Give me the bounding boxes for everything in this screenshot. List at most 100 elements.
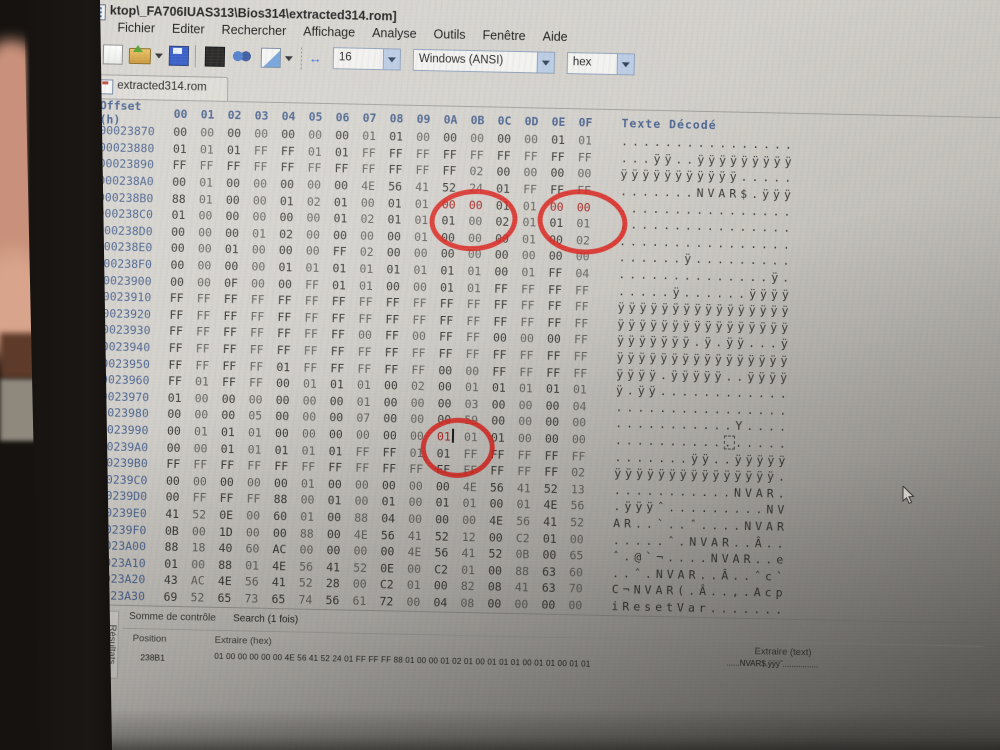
byte-cell[interactable]: 00	[468, 214, 495, 229]
byte-cell[interactable]: 00	[441, 230, 468, 245]
new-file-icon[interactable]	[102, 44, 124, 65]
byte-cell[interactable]: 00	[488, 563, 515, 578]
byte-cell[interactable]: 41	[408, 528, 435, 543]
byte-cell[interactable]: 00	[438, 363, 465, 378]
byte-cell[interactable]: 00	[545, 432, 572, 447]
byte-cell[interactable]: 56	[245, 575, 272, 590]
byte-cell[interactable]: 56	[490, 480, 517, 495]
byte-cell[interactable]: FF	[356, 444, 383, 459]
byte-cell[interactable]: FF	[332, 294, 359, 309]
byte-cell[interactable]: 00	[306, 244, 333, 259]
byte-cell[interactable]: 00	[328, 477, 355, 492]
byte-cell[interactable]: 00	[300, 493, 327, 508]
byte-cell[interactable]: 56	[325, 593, 352, 608]
byte-cell[interactable]: 65	[217, 591, 244, 606]
byte-cell[interactable]: FF	[388, 163, 415, 178]
byte-cell[interactable]: 00	[436, 479, 463, 494]
byte-cell[interactable]: 03	[465, 397, 492, 412]
byte-cell[interactable]: 4E	[407, 545, 434, 560]
byte-cell[interactable]: 01	[168, 391, 195, 406]
byte-cell[interactable]: 00	[226, 176, 253, 191]
byte-cell[interactable]: FF	[439, 330, 466, 345]
byte-cell[interactable]: FF	[575, 299, 602, 314]
byte-cell[interactable]: 41	[272, 575, 299, 590]
byte-cell[interactable]: FF	[226, 159, 253, 174]
byte-cell[interactable]: FF	[550, 183, 577, 198]
byte-cell[interactable]: FF	[196, 308, 223, 323]
bytes-per-row-select[interactable]: 16	[332, 47, 402, 71]
byte-cell[interactable]: FF	[493, 348, 520, 363]
print-icon[interactable]	[204, 46, 226, 67]
byte-cell[interactable]: FF	[169, 324, 196, 339]
byte-cell[interactable]: 00	[441, 247, 468, 262]
byte-cell[interactable]: FF	[443, 147, 470, 162]
byte-cell[interactable]: 52	[544, 481, 571, 496]
byte-cell[interactable]: FF	[412, 346, 439, 361]
byte-cell[interactable]: FF	[548, 299, 575, 314]
byte-cell[interactable]: 04	[572, 399, 599, 414]
byte-cell[interactable]: FF	[355, 461, 382, 476]
byte-cell[interactable]: 00	[410, 429, 437, 444]
byte-cell[interactable]: 00	[468, 247, 495, 262]
byte-cell[interactable]: FF	[277, 343, 304, 358]
byte-cell[interactable]: 01	[519, 381, 546, 396]
byte-cell[interactable]: 01	[381, 495, 408, 510]
byte-cell[interactable]: 56	[434, 546, 461, 561]
byte-cell[interactable]: 01	[522, 215, 549, 230]
byte-cell[interactable]: 00	[442, 197, 469, 212]
byte-cell[interactable]: FF	[575, 283, 602, 298]
byte-cell[interactable]: FF	[223, 325, 250, 340]
byte-cell[interactable]: FF	[382, 461, 409, 476]
byte-cell[interactable]: FF	[280, 161, 307, 176]
byte-cell[interactable]: 65	[569, 548, 596, 563]
byte-cell[interactable]: FF	[197, 292, 224, 307]
byte-cell[interactable]: 00	[303, 393, 330, 408]
byte-cell[interactable]: 02	[469, 165, 496, 180]
byte-cell[interactable]: 01	[549, 216, 576, 231]
byte-cell[interactable]: 4E	[543, 498, 570, 513]
byte-cell[interactable]: 01	[334, 195, 361, 210]
byte-cell[interactable]: FF	[250, 326, 277, 341]
byte-cell[interactable]: AC	[272, 542, 299, 557]
byte-cell[interactable]: 01	[387, 213, 414, 228]
byte-cell[interactable]: 56	[388, 179, 415, 194]
byte-cell[interactable]: AC	[191, 574, 218, 589]
byte-cell[interactable]: 00	[308, 128, 335, 143]
byte-cell[interactable]: 00	[572, 432, 599, 447]
byte-cell[interactable]: 01	[332, 278, 359, 293]
byte-cell[interactable]: 00	[253, 177, 280, 192]
byte-cell[interactable]: 01	[440, 263, 467, 278]
byte-cell[interactable]: 00	[330, 394, 357, 409]
byte-cell[interactable]: FF	[278, 293, 305, 308]
byte-cell[interactable]: FF	[192, 491, 219, 506]
byte-cell[interactable]: 01	[436, 446, 463, 461]
byte-cell[interactable]: FF	[250, 309, 277, 324]
byte-cell[interactable]: FF	[250, 342, 277, 357]
byte-cell[interactable]: 01	[409, 445, 436, 460]
byte-cell[interactable]: 60	[245, 542, 272, 557]
byte-cell[interactable]: FF	[574, 333, 601, 348]
byte-cell[interactable]: 00	[410, 412, 437, 427]
byte-cell[interactable]: 00	[541, 598, 568, 613]
byte-cell[interactable]: 00	[411, 396, 438, 411]
byte-cell[interactable]: 00	[194, 441, 221, 456]
byte-cell[interactable]: 00	[518, 431, 545, 446]
byte-cell[interactable]: FF	[281, 144, 308, 159]
byte-cell[interactable]: 00	[170, 258, 197, 273]
byte-cell[interactable]: 00	[387, 229, 414, 244]
byte-cell[interactable]: 01	[300, 510, 327, 525]
byte-cell[interactable]: 00	[380, 544, 407, 559]
byte-cell[interactable]: 00	[276, 376, 303, 391]
byte-cell[interactable]: 00	[577, 167, 604, 182]
byte-cell[interactable]: FF	[223, 342, 250, 357]
byte-cell[interactable]: 00	[550, 166, 577, 181]
byte-cell[interactable]: 01	[245, 558, 272, 573]
byte-cell[interactable]: 00	[572, 416, 599, 431]
byte-cell[interactable]: 00	[192, 524, 219, 539]
byte-cell[interactable]: 00	[434, 579, 461, 594]
byte-cell[interactable]: 00	[406, 595, 433, 610]
byte-cell[interactable]: FF	[224, 292, 251, 307]
byte-cell[interactable]: 01	[327, 493, 354, 508]
byte-cell[interactable]: 01	[415, 197, 442, 212]
menu-item-aide[interactable]: Aide	[542, 30, 567, 49]
